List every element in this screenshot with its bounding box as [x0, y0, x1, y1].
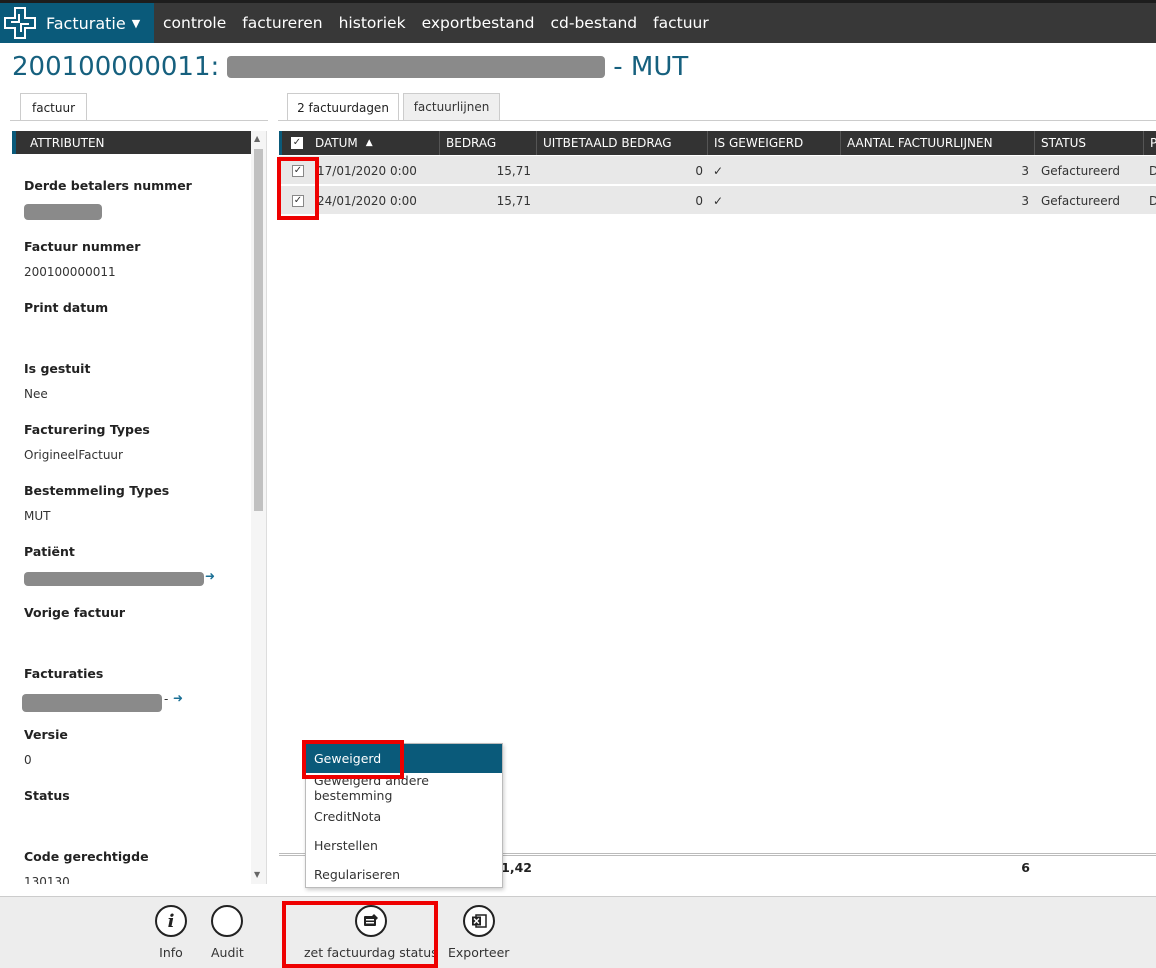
- menu-item-geweigerd-andere-bestemming[interactable]: Geweigerd andere bestemming: [306, 773, 502, 803]
- table-row[interactable]: ✓ 17/01/2020 0:00 15,71 0 ✓ 3 Gefacturee…: [279, 156, 1156, 185]
- column-p[interactable]: P: [1143, 131, 1156, 155]
- attr-value: OrigineelFactuur: [24, 448, 123, 462]
- cell-datum: 24/01/2020 0:00: [317, 193, 417, 208]
- cell-geweigerd: ✓: [713, 193, 724, 208]
- select-all-checkbox[interactable]: ✓: [291, 137, 303, 149]
- column-datum[interactable]: DATUM ▲: [309, 131, 439, 155]
- column-uitbetaald-bedrag[interactable]: UITBETAALD BEDRAG: [536, 131, 707, 155]
- nav-item-controle[interactable]: controle: [163, 14, 226, 32]
- status-dropdown-menu: Geweigerd Geweigerd andere bestemming Cr…: [305, 743, 503, 888]
- attr-label: Factuur nummer: [24, 239, 141, 254]
- nav-item-factuur[interactable]: factuur: [653, 14, 709, 32]
- attr-label: Vorige factuur: [24, 605, 126, 620]
- cell-bedrag: 15,71: [496, 163, 531, 178]
- cell-aantal: 3: [1021, 163, 1029, 178]
- cell-p: D: [1149, 193, 1156, 208]
- attr-label: Derde betalers nummer: [24, 178, 192, 193]
- page-title-number: 200100000011:: [12, 52, 220, 82]
- attributes-scrollbar[interactable]: ▲ ▼: [251, 131, 266, 884]
- cell-bedrag: 15,71: [496, 193, 531, 208]
- scrollbar-thumb[interactable]: [254, 149, 263, 511]
- attr-value: -: [164, 692, 169, 706]
- main-nav: controle factureren historiek exportbest…: [163, 3, 725, 43]
- app-menu[interactable]: Facturatie ▼: [0, 3, 154, 43]
- menu-item-regulariseren[interactable]: Regulariseren: [306, 860, 502, 889]
- cell-status: Gefactureerd: [1041, 193, 1120, 208]
- attr-label: Is gestuit: [24, 361, 91, 376]
- redacted-value: [24, 204, 102, 220]
- sort-ascending-icon: ▲: [365, 138, 373, 148]
- app-title: Facturatie: [46, 13, 126, 33]
- tab-divider: [10, 120, 268, 121]
- cell-status: Gefactureerd: [1041, 163, 1120, 178]
- attributes-panel: ATTRIBUTEN Derde betalers nummer Factuur…: [12, 131, 267, 884]
- excel-icon: [462, 905, 495, 937]
- column-bedrag[interactable]: BEDRAG: [439, 131, 536, 155]
- nav-item-exportbestand[interactable]: exportbestand: [422, 14, 535, 32]
- row-select-cell[interactable]: ✓: [292, 156, 304, 185]
- attr-label: Bestemmeling Types: [24, 483, 170, 498]
- attributes-header: ATTRIBUTEN: [12, 131, 252, 154]
- set-factuurdag-status-button[interactable]: zet factuurdag status: [304, 905, 438, 960]
- attr-label: Print datum: [24, 300, 109, 315]
- arrow-right-icon[interactable]: ➜: [173, 691, 183, 705]
- cell-geweigerd: ✓: [713, 163, 724, 178]
- edit-status-icon: [354, 905, 387, 937]
- attr-label: Versie: [24, 727, 68, 742]
- attr-value: 200100000011: [24, 265, 116, 279]
- scroll-up-icon[interactable]: ▲: [254, 134, 260, 143]
- tab-divider: [278, 120, 1156, 121]
- page-title: 200100000011: - MUT: [12, 52, 688, 82]
- page-title-suffix: - MUT: [613, 52, 689, 82]
- nav-item-cd-bestand[interactable]: cd-bestand: [550, 14, 637, 32]
- nav-item-historiek[interactable]: historiek: [339, 14, 406, 32]
- scroll-down-icon[interactable]: ▼: [254, 870, 260, 879]
- info-button[interactable]: i Info: [155, 905, 187, 960]
- audit-button[interactable]: Audit: [211, 905, 244, 960]
- arrow-right-icon[interactable]: ➜: [205, 569, 215, 583]
- redacted-facturaties-link[interactable]: [22, 694, 162, 712]
- cell-uitbetaald: 0: [695, 193, 703, 208]
- attr-value: 0: [24, 753, 32, 767]
- info-icon: i: [155, 905, 187, 937]
- row-checkbox[interactable]: ✓: [292, 164, 304, 177]
- cell-aantal: 3: [1021, 193, 1029, 208]
- attr-label: Patiënt: [24, 544, 75, 559]
- bottom-toolbar: i Info Audit zet factuurdag status Expor…: [0, 896, 1156, 968]
- row-checkbox[interactable]: ✓: [292, 194, 304, 207]
- attr-label: Code gerechtigde: [24, 849, 149, 864]
- attr-value: MUT: [24, 509, 51, 523]
- column-is-geweigerd[interactable]: IS GEWEIGERD: [707, 131, 840, 155]
- export-button[interactable]: Exporteer: [448, 905, 509, 960]
- top-navigation-bar: Facturatie ▼ controle factureren histori…: [0, 0, 1156, 43]
- tab-factuurdagen[interactable]: 2 factuurdagen: [287, 93, 399, 121]
- tab-factuur[interactable]: factuur: [20, 93, 87, 121]
- attr-label: Status: [24, 788, 70, 803]
- redacted-patient-link[interactable]: [24, 572, 204, 586]
- tab-factuurlijnen[interactable]: factuurlijnen: [403, 93, 500, 120]
- cell-p: D: [1149, 163, 1156, 178]
- attr-value: Nee: [24, 387, 48, 401]
- redacted-name: [227, 56, 606, 78]
- column-aantal-factuurlijnen[interactable]: AANTAL FACTUURLIJNEN: [840, 131, 1034, 155]
- table-row[interactable]: ✓ 24/01/2020 0:00 15,71 0 ✓ 3 Gefacturee…: [279, 186, 1156, 215]
- total-aantal: 6: [1021, 860, 1030, 875]
- attr-value: 130130: [24, 875, 70, 884]
- nav-item-factureren[interactable]: factureren: [242, 14, 322, 32]
- attr-label: Facturaties: [24, 666, 104, 681]
- audit-icon: [211, 905, 244, 937]
- menu-item-herstellen[interactable]: Herstellen: [306, 831, 502, 860]
- app-logo-icon: [0, 3, 40, 43]
- menu-item-geweigerd[interactable]: Geweigerd: [306, 744, 502, 773]
- cell-datum: 17/01/2020 0:00: [317, 163, 417, 178]
- chevron-down-icon: ▼: [131, 16, 141, 30]
- cell-uitbetaald: 0: [695, 163, 703, 178]
- grid-header: ✓ DATUM ▲ BEDRAG UITBETAALD BEDRAG IS GE…: [279, 131, 1156, 155]
- attr-label: Facturering Types: [24, 422, 150, 437]
- select-all-cell[interactable]: ✓: [279, 131, 309, 155]
- row-select-cell[interactable]: ✓: [292, 186, 304, 215]
- menu-item-creditnota[interactable]: CreditNota: [306, 802, 502, 831]
- column-status[interactable]: STATUS: [1034, 131, 1143, 155]
